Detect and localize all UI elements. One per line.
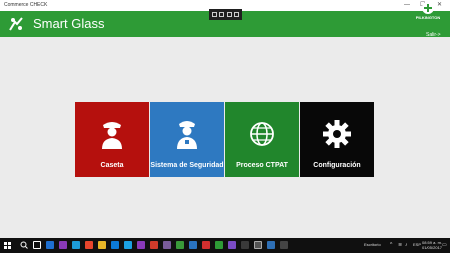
chrome-icon[interactable] (85, 241, 93, 249)
toolbar-grid-icon[interactable] (226, 12, 232, 17)
app-icon[interactable] (176, 241, 184, 249)
gear-icon (323, 120, 351, 148)
taskbar: Escritorio ^ ≋ ♪ ESP 08:59 a. m. 01/05/2… (0, 238, 450, 253)
toolbar-message-icon[interactable] (233, 12, 239, 17)
visual-studio-icon[interactable] (59, 241, 67, 249)
store-icon[interactable] (111, 241, 119, 249)
notifications-icon[interactable]: ▭ (442, 242, 447, 248)
system-clock[interactable]: 08:59 a. m. 01/05/2017 (422, 240, 442, 250)
smart-glass-task-icon[interactable] (254, 241, 262, 249)
search-icon[interactable] (20, 241, 28, 249)
tile-sistema-seguridad[interactable]: Sistema de Seguridad (150, 102, 224, 177)
tile-label: Sistema de Seguridad (150, 162, 224, 169)
network-icon[interactable]: ≋ (398, 242, 402, 248)
tile-caseta[interactable]: Caseta (75, 102, 149, 177)
onenote-icon[interactable] (163, 241, 171, 249)
security-guard-icon (102, 122, 122, 149)
tile-proceso-ctpat[interactable]: Proceso CTPAT (225, 102, 299, 177)
snipping-tool-icon[interactable] (241, 241, 249, 249)
remote-desktop-icon[interactable] (267, 241, 275, 249)
volume-icon[interactable]: ♪ (405, 242, 408, 248)
visual-studio-2-icon[interactable] (137, 241, 145, 249)
window-title: Commerce CHECK (4, 2, 48, 8)
app-logo-icon (9, 17, 23, 31)
pilkington-logo-icon (422, 2, 434, 14)
clock-date: 01/05/2017 (422, 245, 443, 250)
brand-logo: PILKINGTON (410, 2, 446, 24)
language-indicator[interactable]: ESP (413, 242, 421, 247)
app-title: Smart Glass (33, 16, 105, 31)
tile-label: Proceso CTPAT (236, 162, 288, 169)
acrobat-icon[interactable] (202, 241, 210, 249)
windows-start-icon[interactable] (4, 242, 11, 249)
officer-icon (177, 121, 197, 149)
floating-toolbar (209, 9, 242, 20)
word-icon[interactable] (189, 241, 197, 249)
app2-icon[interactable] (280, 241, 288, 249)
toolbar-doc-icon[interactable] (212, 12, 218, 17)
tile-configuracion[interactable]: Configuración (300, 102, 374, 177)
vs-code-icon[interactable] (228, 241, 236, 249)
tray-chevron-icon[interactable]: ^ (390, 242, 392, 248)
brand-name: PILKINGTON (415, 15, 441, 20)
tile-label: Caseta (100, 162, 124, 169)
exit-link[interactable]: Salir-> (426, 32, 441, 38)
toolbar-pen-icon[interactable] (219, 12, 225, 17)
edge-browser-icon[interactable] (46, 241, 54, 249)
desktop-label[interactable]: Escritorio (364, 242, 381, 247)
skype-icon[interactable] (124, 241, 132, 249)
tile-label: Configuración (313, 162, 361, 169)
task-view-icon[interactable] (33, 241, 41, 249)
file-explorer-icon[interactable] (98, 241, 106, 249)
powerpoint-icon[interactable] (150, 241, 158, 249)
excel-icon[interactable] (215, 241, 223, 249)
outlook-icon[interactable] (72, 241, 80, 249)
globe-icon (250, 122, 274, 146)
